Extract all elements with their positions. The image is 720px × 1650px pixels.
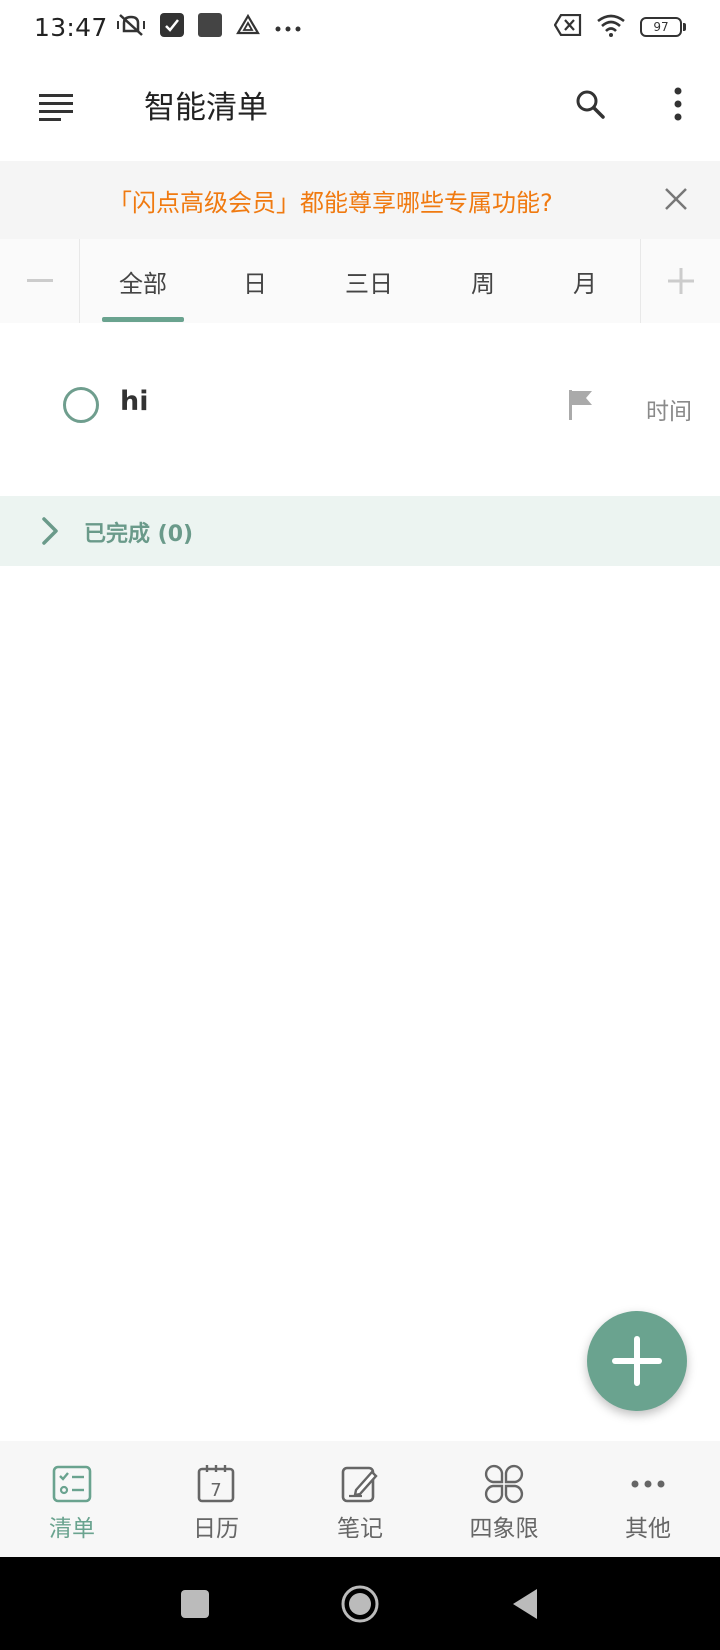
system-navigation-bar xyxy=(0,1557,720,1650)
more-vert-icon xyxy=(674,87,682,121)
nav-item-notes[interactable]: 笔记 xyxy=(288,1441,432,1557)
wifi-icon xyxy=(596,13,626,41)
calendar-icon: 7 xyxy=(194,1463,238,1505)
promo-close-button[interactable] xyxy=(654,177,698,221)
tab-day[interactable]: 日 xyxy=(214,239,296,323)
tab-month[interactable]: 月 xyxy=(544,239,626,323)
nav-item-other[interactable]: 其他 xyxy=(576,1441,720,1557)
tab-three-day[interactable]: 三日 xyxy=(328,239,410,323)
drive-icon xyxy=(235,13,260,40)
tab-all[interactable]: 全部 xyxy=(102,239,184,323)
more-horiz-icon xyxy=(626,1463,670,1505)
app-notification-icon xyxy=(159,13,184,41)
checklist-icon xyxy=(50,1463,94,1505)
note-edit-icon xyxy=(338,1463,382,1505)
page-title: 智能清单 xyxy=(144,90,268,126)
square-notification-icon xyxy=(197,13,222,41)
nav-label-notes: 笔记 xyxy=(337,1516,383,1542)
zoom-in-button[interactable] xyxy=(640,239,720,323)
filter-tabs: 全部 日 三日 周 月 xyxy=(0,239,720,323)
home-circle-icon xyxy=(341,1585,379,1623)
sim-off-icon xyxy=(553,13,582,40)
nav-label-other: 其他 xyxy=(625,1516,671,1542)
search-icon xyxy=(576,90,605,119)
bottom-navigation: 清单 7 日历 笔记 四象限 其他 xyxy=(0,1441,720,1557)
nav-label-quadrant: 四象限 xyxy=(469,1516,539,1542)
completed-section[interactable]: 已完成 (0) xyxy=(0,496,720,566)
completed-label: 已完成 (0) xyxy=(84,522,194,547)
promo-banner[interactable]: 「闪点高级会员」都能尊享哪些专属功能? xyxy=(0,161,720,239)
app-bar: 智能清单 xyxy=(0,54,720,160)
add-task-button[interactable] xyxy=(587,1311,687,1411)
status-bar: 13:47 97 xyxy=(0,0,720,54)
status-right-icons: 97 xyxy=(553,13,686,41)
menu-icon xyxy=(39,94,73,121)
plus-icon xyxy=(667,268,694,294)
square-icon xyxy=(181,1590,209,1618)
nav-item-quadrant[interactable]: 四象限 xyxy=(432,1441,576,1557)
task-title[interactable]: hi xyxy=(120,386,148,417)
status-left-icons xyxy=(116,11,302,43)
battery-icon: 97 xyxy=(640,17,686,37)
nav-label-list: 清单 xyxy=(49,1516,95,1542)
flag-icon[interactable] xyxy=(566,388,596,422)
menu-button[interactable] xyxy=(30,84,82,130)
tab-week[interactable]: 周 xyxy=(442,239,524,323)
calendar-date: 7 xyxy=(210,1480,221,1501)
task-checkbox[interactable] xyxy=(63,387,99,423)
home-button[interactable] xyxy=(337,1581,383,1627)
battery-level: 97 xyxy=(640,17,682,37)
search-button[interactable] xyxy=(566,80,614,128)
more-notifications-icon xyxy=(274,18,302,37)
more-options-button[interactable] xyxy=(654,80,702,128)
active-tab-indicator xyxy=(102,317,184,322)
back-triangle-icon xyxy=(513,1589,537,1619)
back-button[interactable] xyxy=(502,1581,548,1627)
close-icon xyxy=(665,188,687,210)
quadrant-icon xyxy=(482,1463,526,1505)
nav-item-calendar[interactable]: 7 日历 xyxy=(144,1441,288,1557)
nav-item-list[interactable]: 清单 xyxy=(0,1441,144,1557)
task-time-button[interactable]: 时间 xyxy=(646,392,692,426)
status-time: 13:47 xyxy=(34,12,108,42)
nav-label-calendar: 日历 xyxy=(193,1516,239,1542)
add-icon xyxy=(612,1336,662,1386)
minus-icon xyxy=(26,279,53,282)
mute-vibrate-icon xyxy=(116,11,146,43)
zoom-out-button[interactable] xyxy=(0,239,80,323)
chevron-right-icon xyxy=(36,514,64,548)
task-item[interactable]: hi 时间 xyxy=(0,350,720,462)
promo-text[interactable]: 「闪点高级会员」都能尊享哪些专属功能? xyxy=(108,183,553,218)
recents-button[interactable] xyxy=(172,1581,218,1627)
